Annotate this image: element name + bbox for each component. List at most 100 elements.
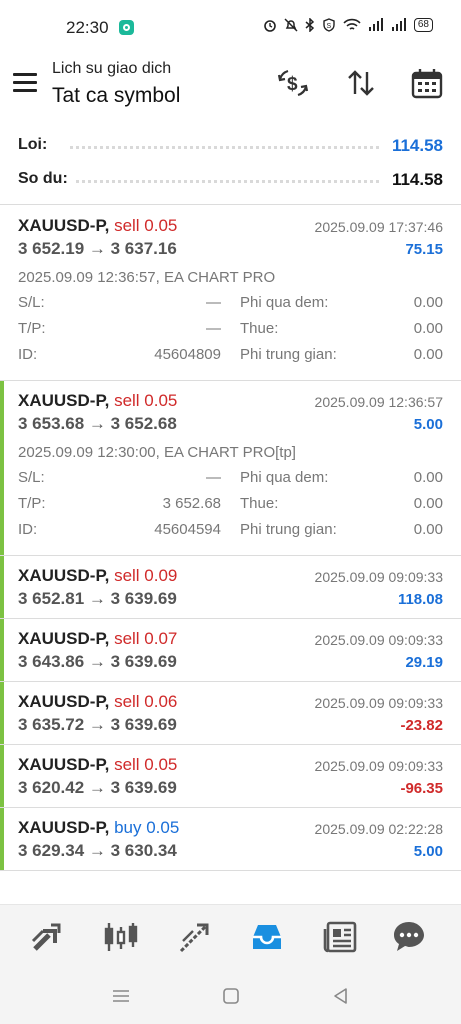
s-badge-icon: S xyxy=(323,18,335,32)
deal-header[interactable]: XAUUSD-P, sell 0.05 3 620.42 → 3 639.69 20… xyxy=(0,745,461,807)
svg-text:S: S xyxy=(326,23,331,30)
deal-time: 2025.09.09 02:22:28 xyxy=(314,821,443,837)
balance-label: So du: xyxy=(18,170,74,188)
deal-time: 2025.09.09 09:09:33 xyxy=(314,758,443,774)
deal-prices: 3 629.34 → 3 630.34 xyxy=(18,841,177,860)
swap-value: 0.00 xyxy=(413,469,443,486)
deal-symbol-line: XAUUSD-P, sell 0.05 xyxy=(18,391,177,411)
menu-icon[interactable] xyxy=(13,73,37,93)
deal-symbol: XAUUSD-P, xyxy=(18,755,110,774)
tax-label: Thue: xyxy=(240,320,279,337)
deal-row[interactable]: XAUUSD-P, sell 0.05 3 653.68 → 3 652.68 20… xyxy=(0,381,461,556)
detail-row: T/P: — Thue: 0.00 xyxy=(0,320,461,346)
wifi-icon xyxy=(343,18,361,30)
deal-comment: 2025.09.09 12:36:57, EA CHART PRO xyxy=(18,269,276,286)
id-label: ID: xyxy=(18,346,38,363)
deal-header[interactable]: XAUUSD-P, buy 0.05 3 629.34 → 3 630.34 202… xyxy=(0,808,461,870)
app-notification-icon xyxy=(119,20,134,35)
deal-details: 2025.09.09 12:30:00, EA CHART PRO[tp] S/L… xyxy=(0,443,461,555)
summary-divider xyxy=(0,204,461,205)
deal-prices: 3 652.81 → 3 639.69 xyxy=(18,589,177,608)
deal-side: sell 0.05 xyxy=(114,755,178,774)
deal-profit: 118.08 xyxy=(397,591,443,608)
deal-header[interactable]: XAUUSD-P, sell 0.07 3 643.86 → 3 639.69 20… xyxy=(0,619,461,681)
deal-profit: -23.82 xyxy=(400,717,443,734)
deal-header[interactable]: XAUUSD-P, sell 0.06 3 635.72 → 3 639.69 20… xyxy=(0,682,461,744)
home-icon[interactable] xyxy=(221,986,241,1006)
profit-row: Loi: 114.58 xyxy=(0,128,461,162)
alarm-icon xyxy=(264,20,276,32)
deal-profit: 75.15 xyxy=(405,241,443,258)
swap-label: Phi qua dem: xyxy=(240,469,329,486)
deal-symbol-line: XAUUSD-P, sell 0.05 xyxy=(18,216,177,236)
deal-row[interactable]: XAUUSD-P, sell 0.05 3 652.19 → 3 637.16 20… xyxy=(0,206,461,381)
tp-label: T/P: xyxy=(18,320,46,337)
news-icon[interactable] xyxy=(323,919,359,955)
deal-side: sell 0.05 xyxy=(114,216,178,235)
deal-side: sell 0.09 xyxy=(114,566,178,585)
dotted-leader xyxy=(70,180,379,183)
deal-symbol: XAUUSD-P, xyxy=(18,629,110,648)
deal-prices: 3 635.72 → 3 639.69 xyxy=(18,715,177,734)
deal-symbol: XAUUSD-P, xyxy=(18,566,110,585)
deal-profit: -96.35 xyxy=(400,780,443,797)
status-bar: 22:30 S 68 xyxy=(0,0,461,54)
deal-row[interactable]: XAUUSD-P, sell 0.06 3 635.72 → 3 639.69 20… xyxy=(0,682,461,745)
deal-time: 2025.09.09 09:09:33 xyxy=(314,569,443,585)
deal-prices: 3 652.19 → 3 637.16 xyxy=(18,239,177,258)
sort-icon[interactable] xyxy=(344,66,378,100)
deal-row[interactable]: XAUUSD-P, buy 0.05 3 629.34 → 3 630.34 202… xyxy=(0,808,461,871)
deal-row[interactable]: XAUUSD-P, sell 0.09 3 652.81 → 3 639.69 20… xyxy=(0,556,461,619)
detail-row: S/L: — Phi qua dem: 0.00 xyxy=(0,469,461,495)
commission-value: 0.00 xyxy=(413,521,443,538)
deal-profit: 5.00 xyxy=(413,843,443,860)
commission-value: 0.00 xyxy=(413,346,443,363)
tp-label: T/P: xyxy=(18,495,46,512)
sl-value: — xyxy=(206,294,221,311)
balance-row: So du: 114.58 xyxy=(0,162,461,196)
detail-row: ID: 45604594 Phi trung gian: 0.00 xyxy=(0,521,461,547)
deal-comment: 2025.09.09 12:30:00, EA CHART PRO[tp] xyxy=(18,444,296,461)
sl-value: — xyxy=(206,469,221,486)
detail-row: ID: 45604809 Phi trung gian: 0.00 xyxy=(0,346,461,372)
deal-details: 2025.09.09 12:36:57, EA CHART PRO S/L: — Ph… xyxy=(0,268,461,380)
deal-header[interactable]: XAUUSD-P, sell 0.05 3 653.68 → 3 652.68 20… xyxy=(0,381,461,443)
page-title[interactable]: Tat ca symbol xyxy=(52,84,180,108)
sl-label: S/L: xyxy=(18,294,45,311)
tax-value: 0.00 xyxy=(413,320,443,337)
profit-label: Loi: xyxy=(18,136,54,154)
back-icon[interactable] xyxy=(331,986,351,1006)
deal-row[interactable]: XAUUSD-P, sell 0.05 3 620.42 → 3 639.69 20… xyxy=(0,745,461,808)
quotes-icon[interactable] xyxy=(29,919,65,955)
id-label: ID: xyxy=(18,521,38,538)
deal-header[interactable]: XAUUSD-P, sell 0.05 3 652.19 → 3 637.16 20… xyxy=(0,206,461,268)
deal-time: 2025.09.09 09:09:33 xyxy=(314,632,443,648)
deal-row[interactable]: XAUUSD-P, sell 0.07 3 643.86 → 3 639.69 20… xyxy=(0,619,461,682)
deal-header[interactable]: XAUUSD-P, sell 0.09 3 652.81 → 3 639.69 20… xyxy=(0,556,461,618)
tp-value: — xyxy=(206,320,221,337)
deal-side: sell 0.06 xyxy=(114,692,178,711)
deal-symbol: XAUUSD-P, xyxy=(18,818,110,837)
commission-label: Phi trung gian: xyxy=(240,346,337,363)
summary-panel: Loi: 114.58 So du: 114.58 xyxy=(0,128,461,196)
calendar-icon[interactable] xyxy=(410,66,444,100)
deal-symbol-line: XAUUSD-P, sell 0.06 xyxy=(18,692,177,712)
tax-value: 0.00 xyxy=(413,495,443,512)
chat-icon[interactable] xyxy=(391,919,427,955)
system-nav-bar xyxy=(0,968,461,1024)
trade-icon[interactable] xyxy=(177,919,213,955)
menu-icon[interactable] xyxy=(111,986,131,1006)
tp-value: 3 652.68 xyxy=(162,495,221,512)
tax-label: Thue: xyxy=(240,495,279,512)
swap-label: Phi qua dem: xyxy=(240,294,329,311)
balance-value: 114.58 xyxy=(385,170,443,190)
deal-profit: 5.00 xyxy=(413,416,443,433)
chart-icon[interactable] xyxy=(103,919,139,955)
deal-side: buy 0.05 xyxy=(114,818,180,837)
id-value: 45604809 xyxy=(154,346,221,363)
dotted-leader xyxy=(70,146,379,149)
currency-exchange-icon[interactable]: $ xyxy=(276,66,310,100)
battery-icon: 68 xyxy=(413,18,433,32)
deal-side: sell 0.05 xyxy=(114,391,178,410)
history-icon[interactable] xyxy=(249,919,285,955)
